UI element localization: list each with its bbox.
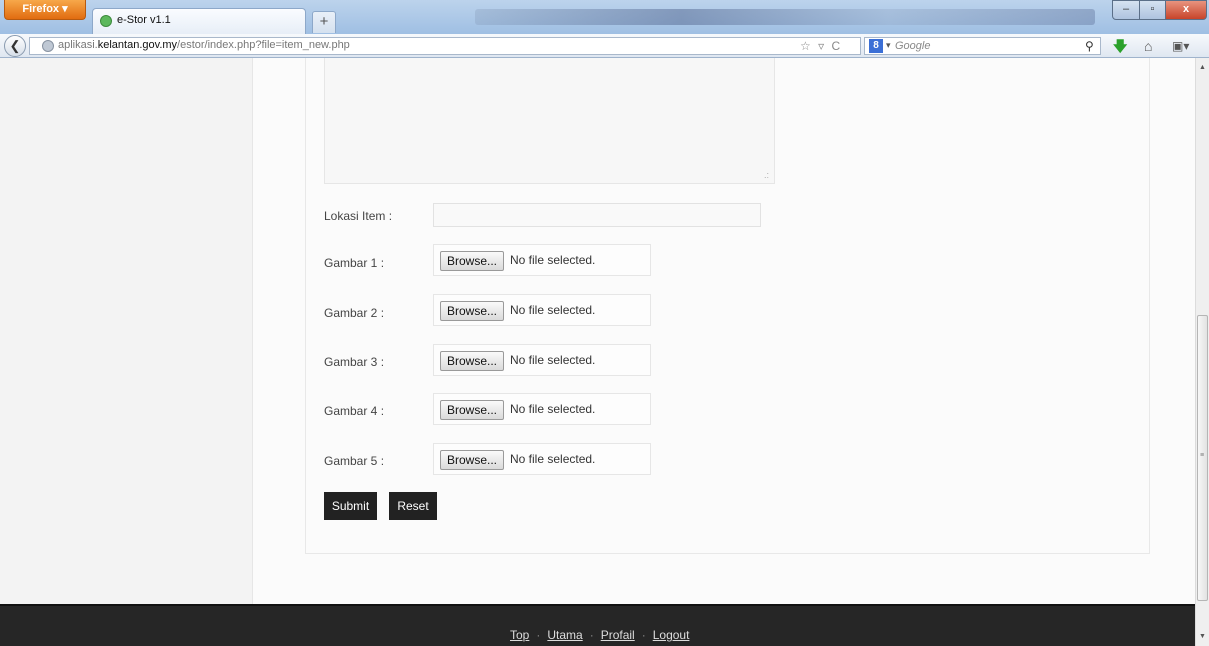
file-status-text: No file selected. — [510, 452, 596, 466]
gambar-2-file-input: Browse... No file selected. — [433, 294, 651, 326]
footer-link-top[interactable]: Top — [510, 628, 529, 642]
resize-grip-icon[interactable]: .: — [764, 170, 769, 180]
gambar-5-label: Gambar 5 : — [324, 454, 385, 468]
file-status-text: No file selected. — [510, 253, 596, 267]
bookmarks-menu-icon[interactable]: ▣▾ — [1172, 38, 1189, 54]
new-tab-button[interactable]: + — [312, 11, 336, 33]
search-bar[interactable]: 8 ▾ Google ⚲ — [864, 37, 1101, 55]
lokasi-item-input[interactable] — [433, 203, 761, 227]
download-arrow-icon[interactable]: 🡇 — [1113, 38, 1127, 54]
url-domain: kelantan.gov.my — [97, 39, 178, 51]
submit-button[interactable]: Submit — [324, 492, 377, 520]
site-favicon-icon — [100, 15, 112, 27]
footer-separator: · — [589, 628, 594, 642]
vertical-scrollbar[interactable]: ▲ ≡ ▼ — [1195, 58, 1209, 646]
globe-icon — [42, 40, 54, 52]
browse-button[interactable]: Browse... — [440, 400, 505, 420]
gambar-1-label: Gambar 1 : — [324, 256, 385, 270]
browse-button[interactable]: Browse... — [440, 251, 505, 271]
footer-link-logout[interactable]: Logout — [653, 628, 690, 642]
url-text: aplikasi.kelantan.gov.my/estor/index.php… — [58, 39, 350, 51]
search-icon[interactable]: ⚲ — [1085, 39, 1094, 53]
home-icon[interactable]: ⌂ — [1144, 38, 1152, 54]
scroll-up-arrow-icon[interactable]: ▲ — [1199, 64, 1206, 71]
tab-title: e-Stor v1.1 — [117, 14, 171, 26]
footer-link-profail[interactable]: Profail — [601, 628, 635, 642]
browser-tab[interactable]: e-Stor v1.1 — [92, 8, 306, 34]
file-status-text: No file selected. — [510, 303, 596, 317]
window-minimize-button[interactable]: – — [1112, 0, 1140, 20]
navigation-toolbar: ❮ aplikasi.kelantan.gov.my/estor/index.p… — [0, 34, 1209, 58]
window-maximize-button[interactable]: ▫ — [1139, 0, 1166, 20]
page-viewport: .: Lokasi Item : Gambar 1 : Browse... No… — [0, 58, 1196, 646]
lokasi-item-label: Lokasi Item : — [324, 209, 393, 223]
description-textarea[interactable]: .: — [324, 58, 775, 184]
footer-links: Top · Utama · Profail · Logout — [510, 628, 689, 642]
browser-title-bar: Firefox ▾ e-Stor v1.1 + – ▫ x — [0, 0, 1209, 34]
gambar-4-label: Gambar 4 : — [324, 404, 385, 418]
address-bar[interactable]: aplikasi.kelantan.gov.my/estor/index.php… — [29, 37, 861, 55]
back-arrow-icon[interactable]: ❮ — [4, 35, 26, 57]
reset-button[interactable]: Reset — [389, 492, 437, 520]
footer-link-utama[interactable]: Utama — [547, 628, 582, 642]
file-status-text: No file selected. — [510, 402, 596, 416]
blurred-taskbar-area — [475, 9, 1095, 25]
file-status-text: No file selected. — [510, 353, 596, 367]
gambar-2-label: Gambar 2 : — [324, 306, 385, 320]
scrollbar-thumb[interactable]: ≡ — [1197, 315, 1208, 601]
gambar-5-file-input: Browse... No file selected. — [433, 443, 651, 475]
chevron-down-icon[interactable]: ▾ — [886, 40, 891, 51]
gambar-1-file-input: Browse... No file selected. — [433, 244, 651, 276]
bookmark-star-reload-icon[interactable]: ☆ ▿ C — [800, 39, 842, 53]
browse-button[interactable]: Browse... — [440, 301, 505, 321]
browse-button[interactable]: Browse... — [440, 450, 505, 470]
footer-separator: · — [536, 628, 541, 642]
window-close-button[interactable]: x — [1165, 0, 1207, 20]
google-plus-search-engine-icon[interactable]: 8 — [869, 39, 883, 53]
browse-button[interactable]: Browse... — [440, 351, 505, 371]
gambar-3-label: Gambar 3 : — [324, 355, 385, 369]
footer-separator: · — [641, 628, 646, 642]
scroll-down-arrow-icon[interactable]: ▼ — [1199, 633, 1206, 640]
search-placeholder: Google — [895, 40, 931, 52]
firefox-menu-button[interactable]: Firefox ▾ — [4, 0, 86, 20]
gambar-4-file-input: Browse... No file selected. — [433, 393, 651, 425]
grip-lines-icon: ≡ — [1200, 452, 1205, 459]
page-footer: Top · Utama · Profail · Logout — [0, 604, 1195, 646]
gambar-3-file-input: Browse... No file selected. — [433, 344, 651, 376]
